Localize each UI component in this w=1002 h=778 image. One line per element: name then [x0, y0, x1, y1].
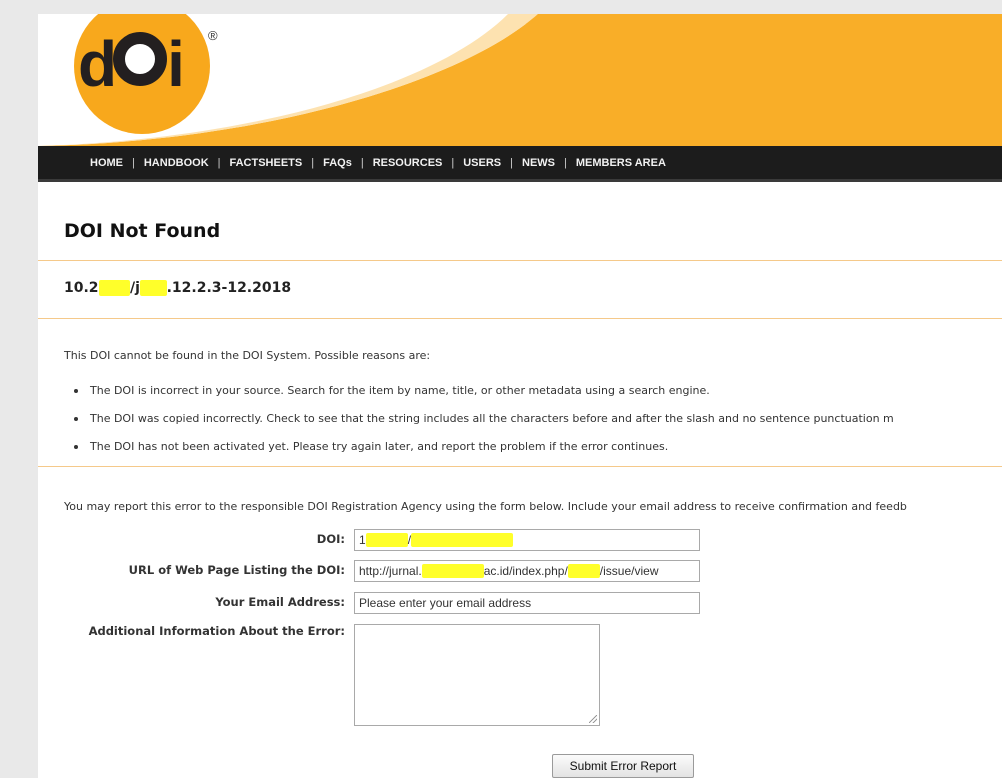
main-nav: HOME | HANDBOOK | FACTSHEETS | FAQs | RE…	[38, 146, 1002, 182]
url-part: http://jurnal.	[359, 564, 422, 578]
nav-separator: |	[564, 156, 567, 169]
nav-home[interactable]: HOME	[90, 157, 123, 169]
list-item: The DOI is incorrect in your source. Sea…	[74, 377, 1002, 405]
nav-users[interactable]: USERS	[463, 157, 501, 169]
nav-separator: |	[217, 156, 221, 169]
doi-logo-text: di	[78, 28, 185, 100]
site-header: di ®	[38, 14, 1002, 146]
doi-value: 10.2 /j .12.2.3-12.2018	[64, 280, 291, 296]
url-field[interactable]: http://jurnal. ac.id/index.php/ /issue/v…	[354, 560, 700, 582]
email-field-label: Your Email Address:	[215, 595, 345, 609]
doi-middle: /j	[130, 280, 140, 296]
additional-info-textarea[interactable]	[354, 624, 600, 726]
nav-separator: |	[311, 156, 315, 169]
divider	[38, 466, 1002, 467]
nav-separator: |	[132, 156, 135, 169]
page: di ® HOME | HANDBOOK | FACTSHEETS | FAQs…	[38, 14, 1002, 778]
doi-field-value-start: 1	[359, 533, 366, 547]
doi-suffix: .12.2.3-12.2018	[166, 280, 292, 296]
nav-handbook[interactable]: HANDBOOK	[144, 157, 209, 169]
resize-grip-icon[interactable]	[589, 715, 597, 723]
url-part: /issue/view	[599, 564, 659, 578]
nav-separator: |	[451, 156, 455, 169]
nav-separator: |	[510, 156, 513, 169]
redaction-mark	[98, 280, 131, 296]
redaction-mark	[421, 564, 484, 578]
email-field[interactable]: Please enter your email address	[354, 592, 700, 614]
doi-prefix: 10.2	[64, 280, 99, 296]
email-placeholder: Please enter your email address	[359, 596, 532, 610]
nav-members-area[interactable]: MEMBERS AREA	[576, 157, 666, 169]
redaction-mark	[139, 280, 167, 296]
doi-field[interactable]: 1 /	[354, 529, 700, 551]
redaction-mark	[411, 533, 514, 547]
intro-text: This DOI cannot be found in the DOI Syst…	[64, 349, 431, 362]
doi-field-label: DOI:	[316, 532, 345, 546]
url-part: ac.id/index.php/	[483, 564, 568, 578]
divider	[38, 318, 1002, 319]
redaction-mark	[567, 564, 600, 578]
redaction-mark	[365, 533, 408, 547]
url-field-label: URL of Web Page Listing the DOI:	[128, 563, 345, 577]
additional-info-label: Additional Information About the Error:	[88, 624, 345, 638]
report-instructions: You may report this error to the respons…	[64, 500, 907, 513]
nav-faqs[interactable]: FAQs	[323, 157, 352, 169]
page-title: DOI Not Found	[64, 220, 221, 242]
list-item: The DOI was copied incorrectly. Check to…	[74, 405, 1002, 433]
nav-news[interactable]: NEWS	[522, 157, 555, 169]
nav-separator: |	[360, 156, 364, 169]
reasons-list: The DOI is incorrect in your source. Sea…	[64, 377, 1002, 461]
registered-mark: ®	[208, 28, 218, 43]
divider	[38, 260, 1002, 261]
list-item: The DOI has not been activated yet. Plea…	[74, 433, 1002, 461]
submit-error-report-button[interactable]: Submit Error Report	[552, 754, 694, 778]
nav-resources[interactable]: RESOURCES	[373, 157, 443, 169]
nav-factsheets[interactable]: FACTSHEETS	[230, 157, 303, 169]
logo-o-shape	[113, 32, 168, 86]
